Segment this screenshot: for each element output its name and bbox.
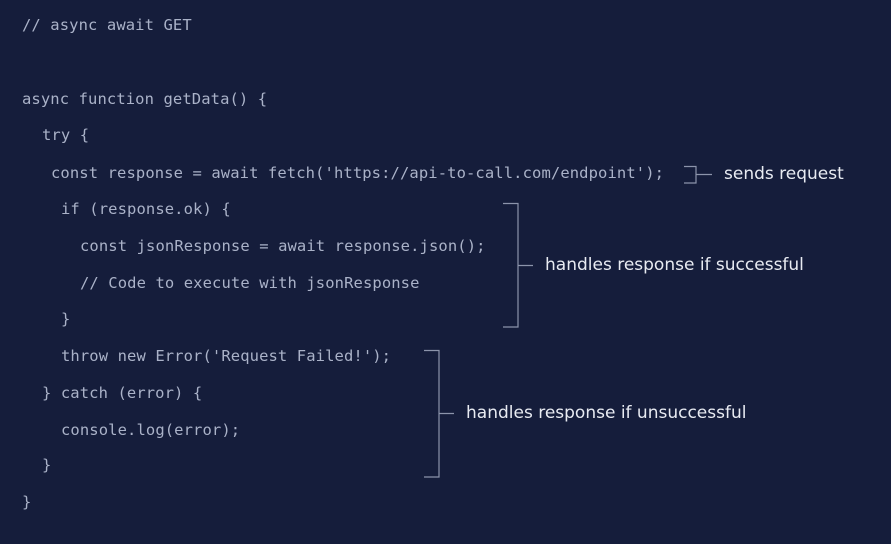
bracket-handles-success	[503, 202, 533, 328]
note-handles-failure: handles response if unsuccessful	[466, 403, 747, 423]
comment-title-line: // async await GET	[22, 16, 192, 34]
catch-line: } catch (error) {	[42, 384, 203, 402]
bracket-sends-request	[684, 165, 712, 184]
throw-error-line: throw new Error('Request Failed!');	[61, 347, 392, 365]
if-close-brace-line: }	[61, 310, 71, 328]
if-response-ok-line: if (response.ok) {	[61, 200, 231, 218]
catch-close-brace-line: }	[42, 456, 52, 474]
note-sends-request: sends request	[724, 164, 844, 184]
code-diagram: // async await GET async function getDat…	[0, 0, 891, 544]
json-response-line: const jsonResponse = await response.json…	[80, 237, 486, 255]
fetch-line: const response = await fetch('https://ap…	[51, 164, 665, 182]
bracket-handles-failure	[424, 349, 454, 478]
function-close-brace-line: }	[22, 493, 32, 511]
note-handles-success: handles response if successful	[545, 255, 804, 275]
console-log-line: console.log(error);	[61, 421, 241, 439]
function-declaration-line: async function getData() {	[22, 90, 268, 108]
code-comment-line: // Code to execute with jsonResponse	[80, 274, 420, 292]
try-line: try {	[42, 126, 90, 144]
